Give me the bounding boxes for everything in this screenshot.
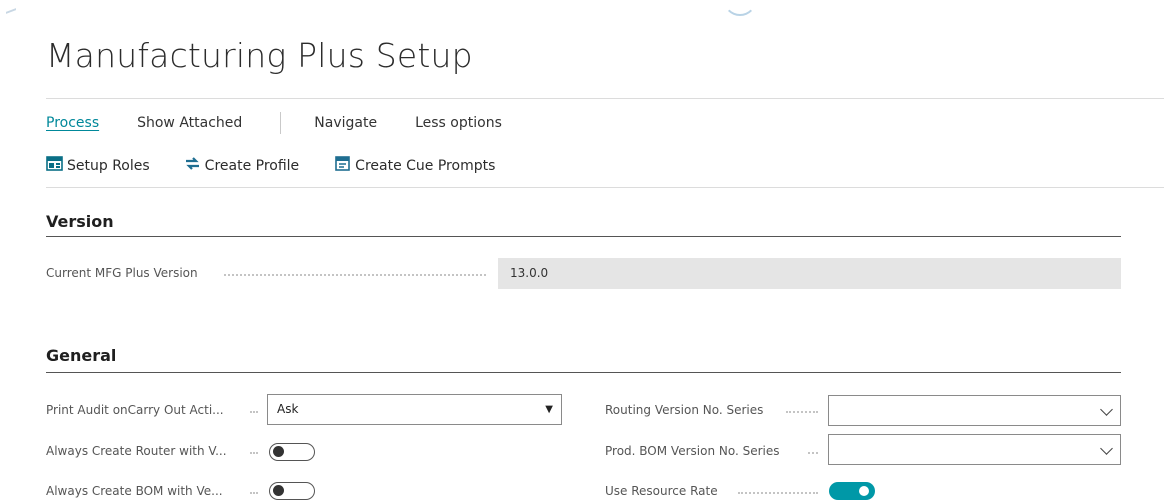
- toggle-knob: [273, 485, 284, 496]
- setup-roles-button[interactable]: Setup Roles: [46, 156, 150, 175]
- always-create-bom-toggle[interactable]: [269, 482, 315, 500]
- print-audit-label: Print Audit onCarry Out Acti...: [46, 403, 224, 417]
- title-divider: [46, 98, 1164, 99]
- always-create-router-label: Always Create Router with V...: [46, 444, 227, 458]
- field-leader-dots: [808, 452, 818, 454]
- general-section-title: General: [46, 346, 117, 365]
- tab-show-attached[interactable]: Show Attached: [137, 115, 242, 131]
- action-bar-separator: [280, 112, 282, 134]
- create-profile-label: Create Profile: [204, 157, 300, 174]
- action-bar: Process Show Attached Navigate Less opti…: [46, 112, 502, 134]
- tab-process[interactable]: Process: [46, 115, 99, 131]
- use-resource-rate-toggle[interactable]: [829, 482, 875, 500]
- tab-navigate[interactable]: Navigate: [314, 115, 377, 131]
- corner-decoration: [6, 8, 16, 17]
- field-leader-dots: [224, 274, 486, 276]
- prod-bom-version-series-label: Prod. BOM Version No. Series: [605, 444, 780, 458]
- toggle-knob: [273, 446, 284, 457]
- page-title: Manufacturing Plus Setup: [46, 36, 473, 75]
- field-leader-dots: [250, 411, 258, 413]
- print-audit-value: Ask: [277, 402, 299, 416]
- use-resource-rate-label: Use Resource Rate: [605, 484, 718, 498]
- routing-version-series-label: Routing Version No. Series: [605, 403, 764, 417]
- toggle-knob: [859, 486, 869, 496]
- general-section-rule: [46, 372, 1121, 373]
- always-create-bom-label: Always Create BOM with Ve...: [46, 484, 223, 498]
- field-leader-dots: [786, 411, 818, 413]
- always-create-router-toggle[interactable]: [269, 443, 315, 461]
- create-cue-prompts-button[interactable]: Create Cue Prompts: [335, 156, 495, 175]
- current-version-label: Current MFG Plus Version: [46, 266, 198, 280]
- field-leader-dots: [250, 492, 258, 494]
- current-version-value: 13.0.0: [498, 258, 1121, 289]
- create-profile-icon: [184, 156, 201, 175]
- prod-bom-version-series-select[interactable]: [828, 434, 1121, 465]
- setup-roles-label: Setup Roles: [67, 157, 150, 174]
- command-divider: [46, 187, 1164, 188]
- create-profile-button[interactable]: Create Profile: [184, 156, 300, 175]
- version-section-title: Version: [46, 212, 114, 231]
- chevron-down-icon: [1100, 442, 1113, 455]
- command-bar: Setup Roles Create Profile Create Cue Pr…: [46, 156, 495, 175]
- field-leader-dots: [738, 492, 818, 494]
- field-leader-dots: [250, 452, 258, 454]
- loading-arc-icon: [723, 0, 757, 16]
- print-audit-select[interactable]: Ask ▼: [267, 394, 562, 425]
- version-section-rule: [46, 236, 1121, 237]
- less-options-button[interactable]: Less options: [415, 115, 502, 131]
- create-cue-prompts-label: Create Cue Prompts: [355, 157, 496, 174]
- setup-roles-icon: [46, 156, 63, 175]
- dropdown-arrow-icon: ▼: [545, 404, 553, 415]
- create-cue-prompts-icon: [335, 156, 351, 175]
- routing-version-series-select[interactable]: [828, 395, 1121, 426]
- chevron-down-icon: [1100, 403, 1113, 416]
